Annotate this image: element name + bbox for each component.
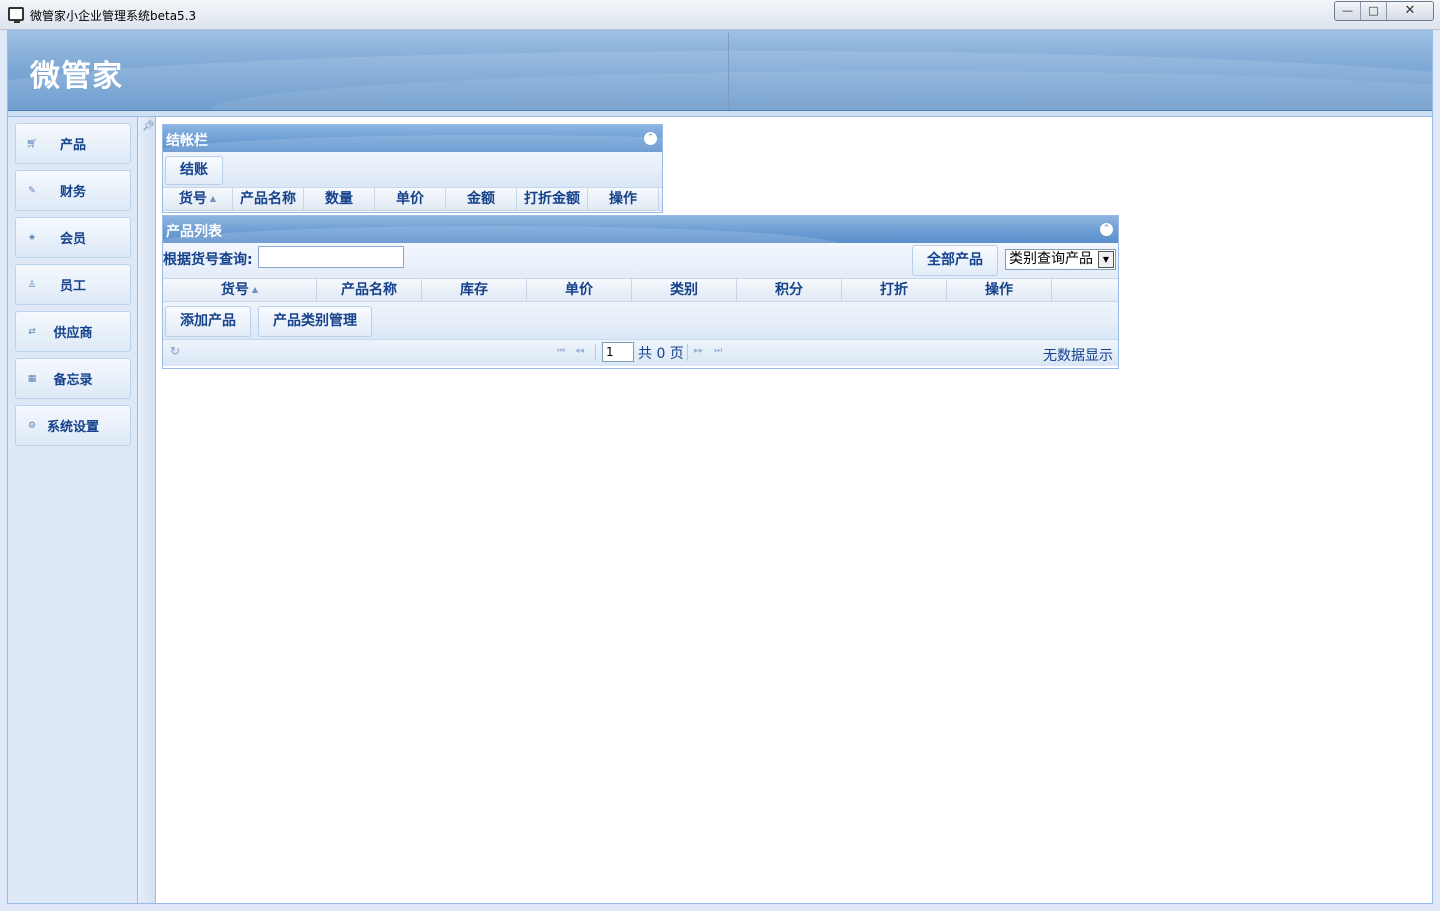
- minimize-button[interactable]: —: [1335, 2, 1361, 20]
- nav-label: 会员: [59, 232, 86, 247]
- last-page-icon[interactable]: ⏭︎: [714, 346, 722, 356]
- checkout-toolbar: 结账: [163, 152, 662, 188]
- nav-item-members[interactable]: ★ 会员: [15, 217, 131, 258]
- col-actions[interactable]: 操作: [947, 279, 1052, 301]
- nav-item-settings[interactable]: ⚙ 系统设置: [15, 405, 131, 446]
- col-category[interactable]: 类别: [632, 279, 737, 301]
- product-panel-title: 产品列表: [166, 224, 222, 240]
- nav-item-finance[interactable]: ✎ 财务: [15, 170, 131, 211]
- app-header: 微管家: [8, 31, 1432, 111]
- all-products-button[interactable]: 全部产品: [912, 245, 998, 276]
- product-panel-header: 产品列表 ⌃: [163, 216, 1118, 243]
- nav-label: 备忘录: [53, 373, 93, 388]
- chevron-down-icon[interactable]: ▼: [1098, 251, 1114, 268]
- exchange-icon: ⇄: [28, 326, 36, 337]
- page-total: 共 0 页: [638, 346, 684, 362]
- refresh-icon[interactable]: ↻: [170, 344, 180, 358]
- left-nav: 🛒︎ 产品 ✎ 财务 ★ 会员 ♙ 员工 ⇄ 供应商 ▦ 备忘录 ⚙ 系统设置: [8, 117, 138, 903]
- pin-icon[interactable]: 📌︎: [142, 121, 155, 132]
- nav-label: 系统设置: [46, 420, 99, 435]
- pencil-icon: ✎: [28, 185, 36, 196]
- user-icon: ♙: [27, 279, 37, 290]
- checkout-grid-header: 货号 ▲ 产品名称 数量 单价 金额 打折金额 操作: [163, 188, 662, 211]
- query-label: 根据货号查询:: [163, 252, 253, 268]
- page-number-input[interactable]: 1: [602, 342, 634, 362]
- collapse-icon[interactable]: ⌃: [644, 132, 657, 145]
- prev-page-icon[interactable]: ◂◂: [575, 346, 584, 356]
- pager: ↻ ⏮︎ ◂◂ 1 共 0 页 ▸▸ ⏭︎ 无数据显示: [163, 340, 1118, 366]
- star-icon: ★: [27, 232, 37, 243]
- calendar-icon: ▦: [27, 373, 37, 384]
- add-product-button[interactable]: 添加产品: [165, 306, 251, 337]
- app-icon: [8, 7, 24, 23]
- col-discount[interactable]: 打折: [842, 279, 947, 301]
- window-titlebar: 微管家小企业管理系统beta5.3 — □ ✕: [0, 0, 1440, 30]
- sort-icon: ▲: [209, 194, 217, 203]
- col-sku[interactable]: 货号 ▲: [163, 279, 317, 301]
- close-button[interactable]: ✕: [1387, 2, 1433, 20]
- col-sku[interactable]: 货号 ▲: [163, 188, 233, 210]
- first-page-icon[interactable]: ⏮︎: [557, 346, 565, 356]
- checkout-panel-header: 结帐栏 ⌃: [163, 125, 662, 152]
- nav-label: 财务: [59, 185, 86, 200]
- header-right-panel: [728, 33, 1432, 110]
- collapse-icon[interactable]: ⌃: [1100, 223, 1113, 236]
- product-grid-header: 货号 ▲ 产品名称 库存 单价 类别 积分 打折 操作: [163, 279, 1118, 302]
- col-stock[interactable]: 库存: [422, 279, 527, 301]
- product-query-bar: 根据货号查询: 全部产品 类别查询产品 ▼: [163, 243, 1118, 279]
- nav-item-staff[interactable]: ♙ 员工: [15, 264, 131, 305]
- nav-label: 产品: [59, 138, 86, 153]
- col-points[interactable]: 积分: [737, 279, 842, 301]
- nav-label: 员工: [59, 279, 86, 294]
- no-data-text: 无数据显示: [1043, 348, 1113, 364]
- cart-icon: 🛒︎: [26, 138, 38, 149]
- col-price[interactable]: 单价: [375, 188, 446, 210]
- nav-item-suppliers[interactable]: ⇄ 供应商: [15, 311, 131, 352]
- sku-search-input[interactable]: [258, 246, 404, 268]
- window-title: 微管家小企业管理系统beta5.3: [30, 9, 197, 23]
- maximize-button[interactable]: □: [1361, 2, 1387, 20]
- col-qty[interactable]: 数量: [304, 188, 375, 210]
- col-name[interactable]: 产品名称: [233, 188, 304, 210]
- nav-item-products[interactable]: 🛒︎ 产品: [15, 123, 131, 164]
- category-manage-button[interactable]: 产品类别管理: [258, 306, 372, 337]
- category-select[interactable]: 类别查询产品 ▼: [1005, 249, 1116, 270]
- window-controls: — □ ✕: [1334, 1, 1434, 21]
- checkout-panel-title: 结帐栏: [166, 133, 208, 149]
- product-action-bar: 添加产品 产品类别管理: [163, 302, 1118, 340]
- nav-label: 供应商: [53, 326, 93, 341]
- gear-icon: ⚙: [27, 420, 37, 431]
- brand-title: 微管家: [30, 59, 123, 94]
- app-frame: 微管家 🛒︎ 产品 ✎ 财务 ★ 会员 ♙ 员工 ⇄ 供应商 ▦ 备忘录 ⚙ 系…: [7, 30, 1433, 904]
- nav-item-memo[interactable]: ▦ 备忘录: [15, 358, 131, 399]
- col-discount-amount[interactable]: 打折金额: [517, 188, 588, 210]
- product-list-panel: 产品列表 ⌃ 根据货号查询: 全部产品 类别查询产品 ▼ 货号 ▲ 产品名称 库存…: [162, 215, 1119, 369]
- checkout-panel: 结帐栏 ⌃ 结账 货号 ▲ 产品名称 数量 单价 金额 打折金额 操作: [162, 124, 663, 213]
- col-actions[interactable]: 操作: [588, 188, 659, 210]
- col-name[interactable]: 产品名称: [317, 279, 422, 301]
- main-content: 结帐栏 ⌃ 结账 货号 ▲ 产品名称 数量 单价 金额 打折金额 操作 产品列表 …: [157, 117, 1432, 903]
- nav-splitter[interactable]: 📌︎: [138, 117, 156, 903]
- sort-icon: ▲: [251, 285, 259, 294]
- checkout-button[interactable]: 结账: [165, 156, 223, 185]
- col-amount[interactable]: 金额: [446, 188, 517, 210]
- col-price[interactable]: 单价: [527, 279, 632, 301]
- next-page-icon[interactable]: ▸▸: [694, 346, 703, 356]
